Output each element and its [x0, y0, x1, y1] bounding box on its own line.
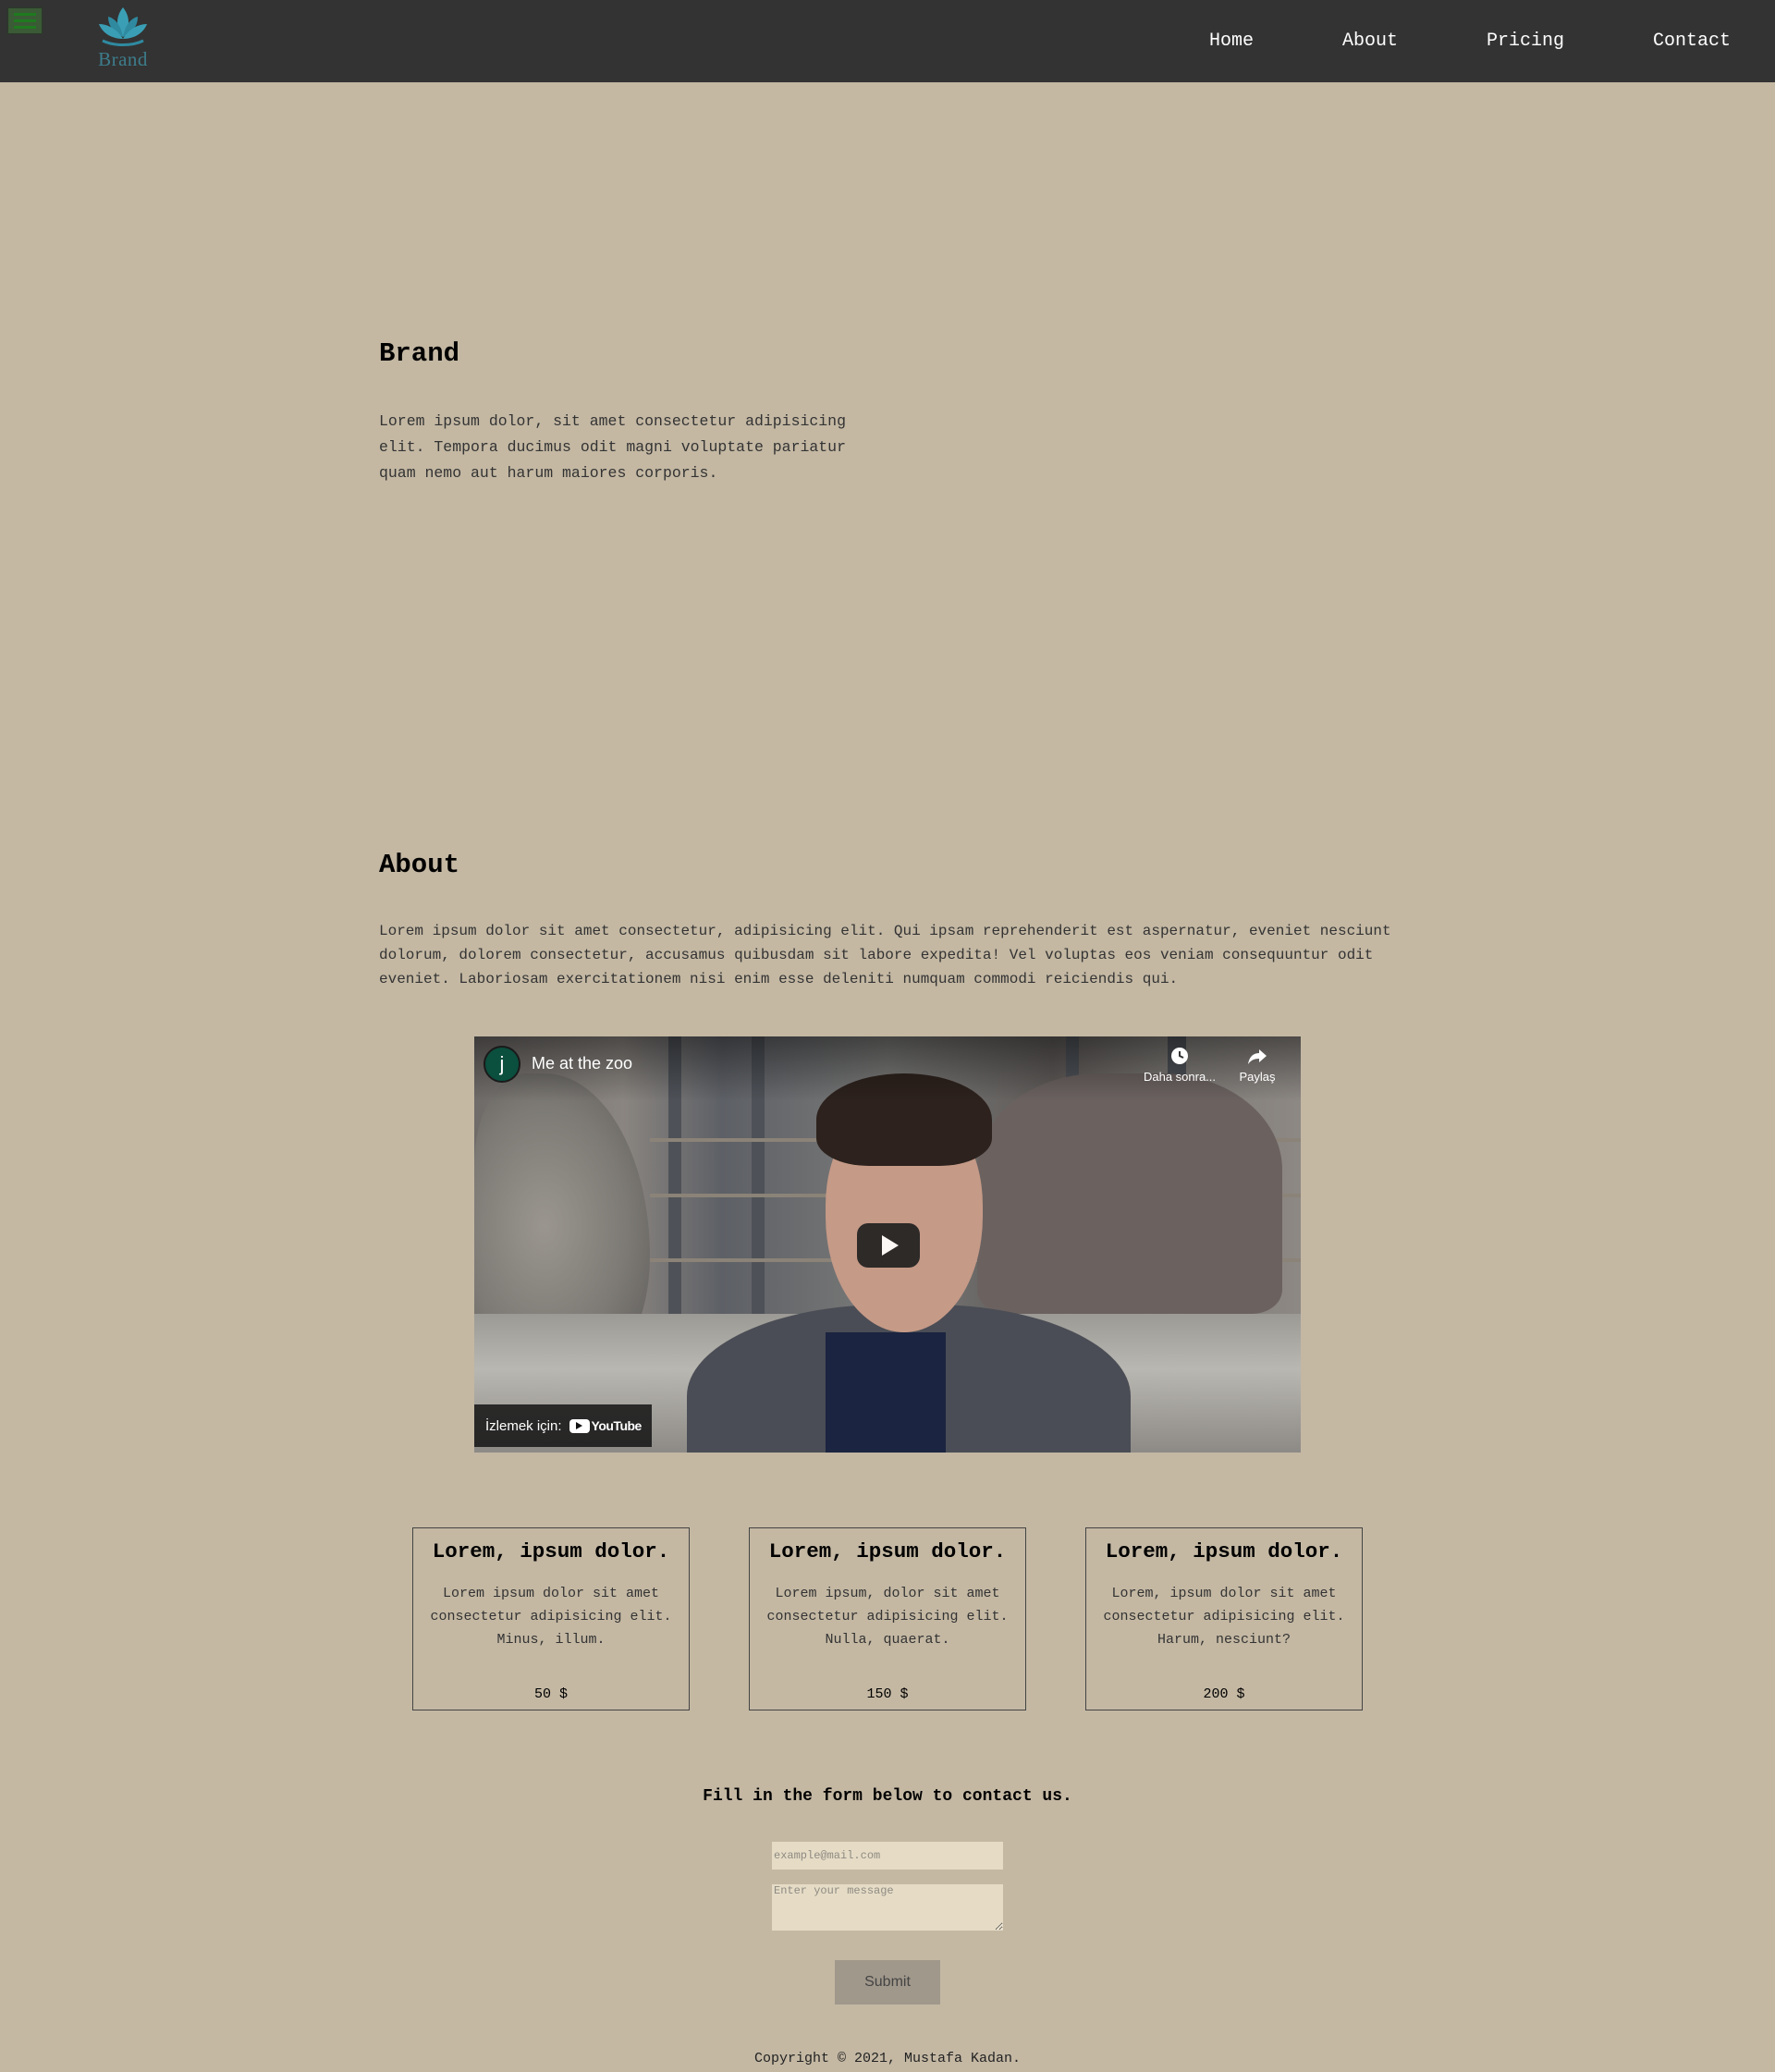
video-frame-shirt	[826, 1332, 946, 1453]
contact-heading: Fill in the form below to contact us.	[703, 1787, 1072, 1806]
youtube-logo-icon: YouTube	[569, 1418, 642, 1433]
brand-section-text: Lorem ipsum dolor, sit amet consectetur …	[379, 412, 846, 482]
nav-link-contact[interactable]: Contact	[1653, 31, 1731, 52]
navbar: Brand Home About Pricing Contact	[0, 0, 1775, 82]
email-field[interactable]	[772, 1842, 1003, 1870]
pricing-card-price: 150 $	[866, 1686, 909, 1702]
nav-link-home[interactable]: Home	[1209, 31, 1254, 52]
pricing-card: Lorem, ipsum dolor. Lorem ipsum dolor si…	[412, 1527, 690, 1710]
clock-icon	[1171, 1048, 1188, 1064]
youtube-logo-text: YouTube	[591, 1418, 643, 1433]
pricing-card-title: Lorem, ipsum dolor.	[432, 1539, 670, 1563]
watch-on-label: İzlemek için:	[485, 1417, 562, 1434]
play-icon	[882, 1235, 899, 1256]
nav-link-about[interactable]: About	[1342, 31, 1398, 52]
nav-links: Home About Pricing Contact	[1120, 0, 1731, 82]
pricing-card: Lorem, ipsum dolor. Lorem, ipsum dolor s…	[1085, 1527, 1363, 1710]
pricing-card-price: 50 $	[533, 1686, 568, 1702]
share-label: Paylaş	[1239, 1070, 1276, 1084]
channel-avatar[interactable]: j	[484, 1046, 520, 1083]
share-arrow-icon	[1248, 1049, 1267, 1064]
brand-logo-text: Brand	[98, 48, 148, 70]
pricing-card: Lorem, ipsum dolor. Lorem ipsum, dolor s…	[749, 1527, 1026, 1710]
submit-button[interactable]: Submit	[835, 1960, 940, 2005]
watch-on-youtube[interactable]: İzlemek için: YouTube	[474, 1404, 652, 1447]
watch-later-label: Daha sonra...	[1143, 1070, 1217, 1084]
share-button[interactable]: Paylaş	[1216, 1046, 1299, 1084]
play-button[interactable]	[857, 1223, 920, 1268]
lotus-logo-icon	[99, 7, 147, 46]
about-section-text: Lorem ipsum dolor sit amet consectetur, …	[379, 923, 1391, 987]
message-field[interactable]	[772, 1884, 1003, 1931]
watch-later-button[interactable]: Daha sonra...	[1138, 1046, 1221, 1084]
video-embed[interactable]: j Me at the zoo Daha sonra... Paylaş İzl…	[474, 1036, 1301, 1453]
video-frame-elephant	[977, 1073, 1282, 1314]
pricing-card-title: Lorem, ipsum dolor.	[1105, 1539, 1343, 1563]
pricing-card-text: Lorem ipsum, dolor sit amet consectetur …	[766, 1586, 1009, 1648]
about-section-title: About	[379, 850, 460, 880]
hamburger-menu-icon[interactable]	[7, 7, 43, 34]
brand-section-title: Brand	[379, 338, 460, 369]
nav-link-pricing[interactable]: Pricing	[1487, 31, 1564, 52]
video-title[interactable]: Me at the zoo	[532, 1054, 632, 1073]
copyright-text: Copyright © 2021, Mustafa Kadan.	[753, 2051, 1022, 2066]
pricing-card-price: 200 $	[1203, 1686, 1245, 1702]
pricing-card-title: Lorem, ipsum dolor.	[768, 1539, 1007, 1563]
brand-logo[interactable]: Brand	[92, 4, 153, 78]
pricing-card-text: Lorem, ipsum dolor sit amet consectetur …	[1103, 1586, 1345, 1648]
pricing-card-text: Lorem ipsum dolor sit amet consectetur a…	[430, 1586, 672, 1648]
